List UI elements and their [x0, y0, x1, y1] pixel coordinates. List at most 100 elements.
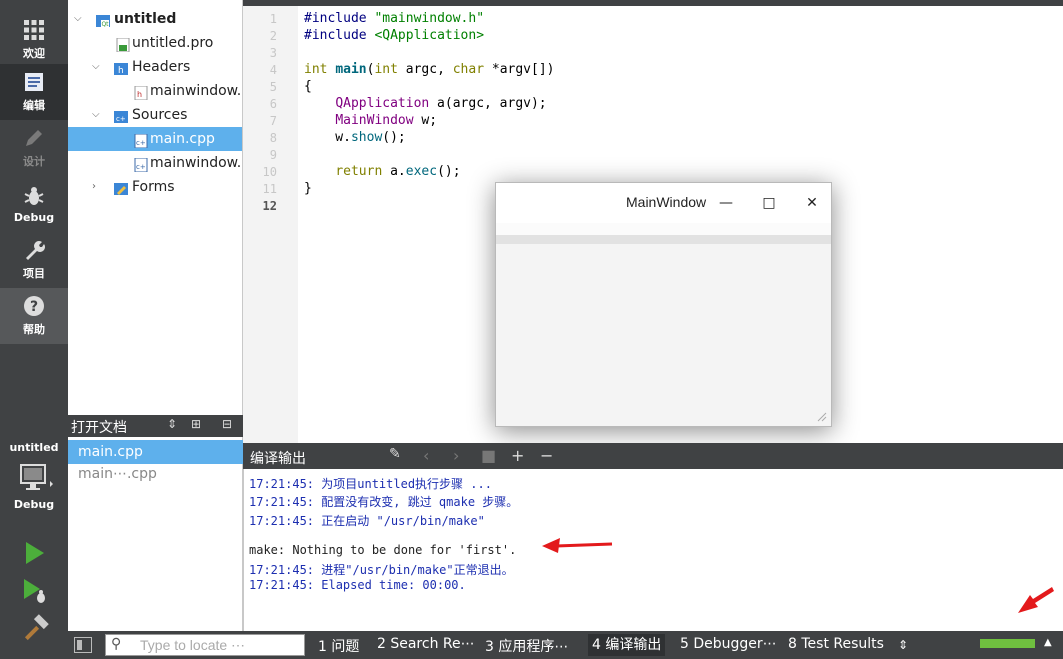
tab-compile-output[interactable]: 4 编译输出 — [588, 634, 666, 656]
open-documents-header: 打开文档 ⇕ ⊞ ⊟ — [68, 415, 243, 437]
open-doc-item[interactable]: main⋯.cpp — [68, 462, 243, 486]
maximize-button[interactable]: □ — [757, 191, 781, 215]
resize-grip-icon[interactable] — [815, 410, 827, 422]
play-icon — [26, 542, 44, 564]
kit-build-label: Debug — [13, 498, 55, 511]
sort-updown-icon[interactable]: ⇕ — [167, 417, 177, 431]
open-documents-title: 打开文档 — [71, 420, 127, 436]
stop-icon[interactable]: ■ — [481, 446, 496, 465]
output-line: 17:21:45: 进程"/usr/bin/make"正常退出。 — [249, 563, 514, 577]
tab-debugger-console[interactable]: 5 Debugger⋯ — [680, 636, 777, 652]
cpp-file-icon: c+ — [134, 156, 148, 173]
split-add-icon[interactable]: ⊞ — [191, 417, 201, 431]
line-number: 7 — [269, 114, 277, 128]
svg-text:h: h — [137, 90, 142, 99]
code-line: QApplication a(argc, argv); — [335, 96, 547, 111]
tree-item-label: main.cpp — [150, 131, 215, 147]
code-line: #include <QApplication> — [304, 28, 485, 43]
debug-run-button[interactable] — [20, 576, 50, 606]
minimize-button[interactable]: — — [714, 191, 738, 215]
mainwindow-toolbar[interactable] — [496, 235, 831, 244]
chevron-left-icon[interactable]: ‹ — [423, 446, 429, 465]
chevron-down-icon[interactable]: ⌵ — [92, 55, 100, 79]
code-line: #include "mainwindow.h" — [304, 11, 485, 26]
more-tabs-icon[interactable]: ⇕ — [898, 638, 908, 652]
code-line: } — [304, 181, 312, 196]
tab-issues[interactable]: 1 问题 — [318, 636, 359, 656]
compile-output[interactable]: 17:21:45: 为项目untitled执行步骤 ... 17:21:45: … — [243, 469, 1063, 631]
folder-h-icon: h — [114, 60, 128, 76]
debug-play-icon — [24, 579, 45, 603]
tree-item-project[interactable]: ⌵ Qt untitled — [68, 7, 242, 31]
mode-label: 设计 — [23, 155, 45, 168]
open-doc-item[interactable]: main.cpp — [68, 440, 243, 464]
mode-label: 欢迎 — [23, 47, 45, 60]
tree-item-pro[interactable]: untitled.pro — [68, 31, 242, 55]
tree-item-mainwindow-cpp[interactable]: c+ mainwindow.cpp — [68, 151, 242, 175]
mode-label: 编辑 — [23, 99, 45, 112]
output-line: 17:21:45: 正在启动 "/usr/bin/make" — [249, 514, 485, 528]
locator-input[interactable] — [140, 637, 300, 653]
mainwindow-central — [496, 244, 831, 426]
line-number: 9 — [269, 148, 277, 162]
tree-item-sources[interactable]: ⌵ c+ Sources — [68, 103, 242, 127]
mainwindow-menubar[interactable] — [496, 223, 831, 235]
pencil-icon — [23, 127, 45, 153]
mode-edit[interactable]: 编辑 — [0, 64, 68, 120]
tree-item-forms[interactable]: › Forms — [68, 175, 242, 199]
chevron-down-icon[interactable]: ⌵ — [74, 7, 82, 31]
mode-bar: 欢迎 编辑 设计 Debug 项目 ? 帮助 untitled Debug — [0, 0, 68, 659]
mode-projects[interactable]: 项目 — [0, 232, 68, 288]
clear-output-icon[interactable]: ✎ — [389, 446, 401, 462]
mode-label: 帮助 — [23, 323, 45, 336]
chevron-up-icon[interactable]: ▲ — [1044, 637, 1052, 648]
output-line: 17:21:45: 为项目untitled执行步骤 ... — [249, 477, 492, 491]
close-button[interactable]: ✕ — [800, 191, 824, 215]
svg-text:?: ? — [30, 299, 38, 315]
mode-help[interactable]: ? 帮助 — [0, 288, 68, 344]
tree-item-main-cpp[interactable]: c+ main.cpp — [68, 127, 242, 151]
tree-item-mainwindow-h[interactable]: h mainwindow.h — [68, 79, 242, 103]
compile-output-header: 编译输出 ✎ ‹ › ■ + − — [243, 443, 1063, 469]
svg-text:h: h — [118, 66, 124, 76]
status-bar: ⚲ 1 问题 2 Search Re⋯ 3 应用程序⋯ 4 编译输出 5 Deb… — [68, 631, 1063, 659]
tab-test-results[interactable]: 8 Test Results — [788, 636, 884, 652]
mode-label: 项目 — [23, 267, 45, 280]
svg-text:c+: c+ — [116, 115, 126, 123]
chevron-down-icon[interactable]: ⌵ — [92, 103, 100, 127]
chevron-right-icon[interactable]: › — [453, 446, 459, 465]
build-progress-bar — [980, 639, 1035, 648]
tab-application-output[interactable]: 3 应用程序⋯ — [485, 636, 568, 656]
kit-selector[interactable] — [14, 462, 54, 498]
toggle-sidebar-button[interactable] — [74, 637, 92, 653]
tab-search-results[interactable]: 2 Search Re⋯ — [377, 636, 475, 652]
header-file-icon: h — [134, 84, 148, 101]
line-number: 11 — [262, 182, 277, 196]
zoom-out-icon[interactable]: − — [540, 446, 553, 465]
mainwindow-app[interactable]: MainWindow — □ ✕ — [495, 182, 832, 427]
mode-debug[interactable]: Debug — [0, 176, 68, 232]
document-icon — [23, 71, 45, 97]
tree-item-headers[interactable]: ⌵ h Headers — [68, 55, 242, 79]
svg-text:Qt: Qt — [101, 21, 109, 28]
output-line: 17:21:45: Elapsed time: 00:00. — [249, 578, 466, 592]
output-line: 17:21:45: 配置没有改变, 跳过 qmake 步骤。 — [249, 495, 519, 509]
build-button[interactable] — [20, 614, 50, 644]
tree-item-label: untitled — [114, 11, 177, 27]
zoom-in-icon[interactable]: + — [511, 446, 524, 465]
line-number: 5 — [269, 80, 277, 94]
search-icon: ⚲ — [111, 636, 122, 652]
run-button[interactable] — [20, 538, 50, 568]
mode-welcome[interactable]: 欢迎 — [0, 12, 68, 68]
line-number: 2 — [269, 29, 277, 43]
monitor-icon — [20, 464, 53, 490]
mainwindow-titlebar[interactable]: MainWindow — □ ✕ — [496, 183, 831, 223]
line-number: 3 — [269, 46, 277, 60]
folder-cpp-icon: c+ — [114, 108, 128, 123]
mainwindow-title: MainWindow — [626, 194, 707, 210]
locator[interactable]: ⚲ — [105, 634, 305, 656]
close-pane-icon[interactable]: ⊟ — [222, 417, 232, 431]
mode-design[interactable]: 设计 — [0, 120, 68, 176]
folder-forms-icon — [114, 180, 128, 195]
chevron-right-icon[interactable]: › — [92, 175, 96, 199]
